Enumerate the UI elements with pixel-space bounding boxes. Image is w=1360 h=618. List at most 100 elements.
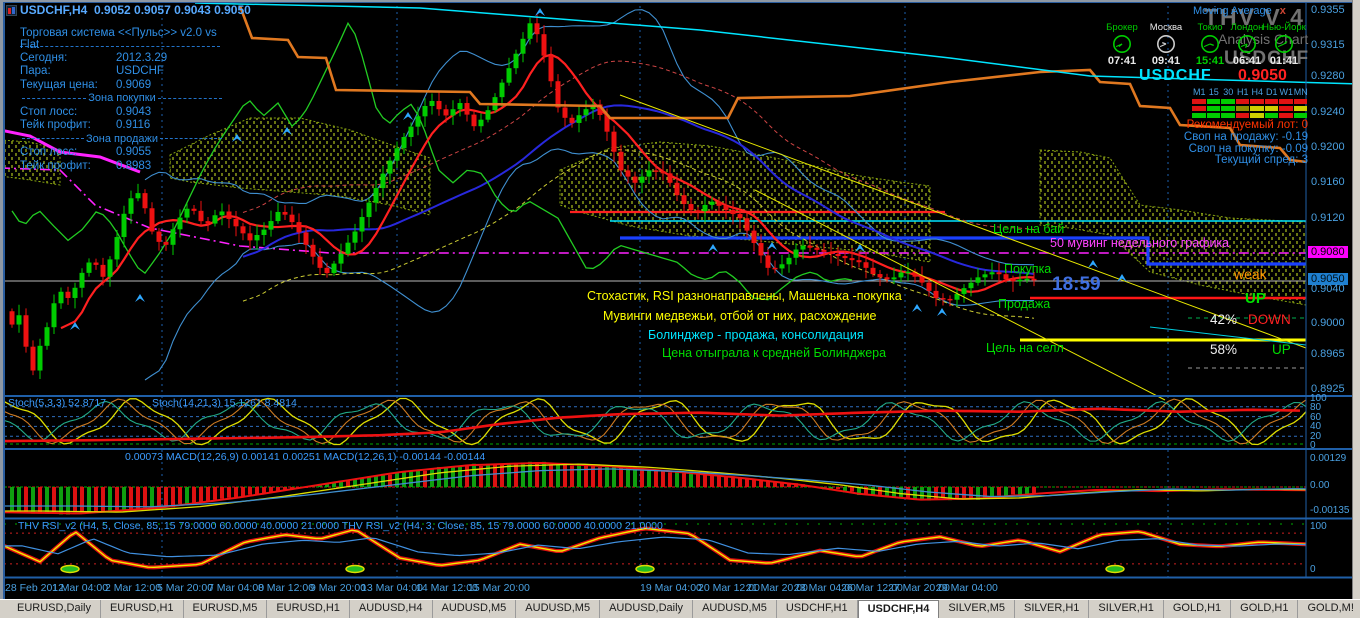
candle-body [562,107,568,118]
candle-body [555,81,561,108]
tab-eurusd-m5[interactable]: EURUSD,M5 [184,600,268,618]
zone-separator: Зона покупки [20,92,224,106]
macd-histogram-bar [962,487,966,500]
tf-header-30: 30 [1223,87,1234,97]
macd-histogram-bar [682,473,686,487]
signal-arrow-icon [135,294,145,302]
tab-eurusd-h1[interactable]: EURUSD,H1 [267,600,350,618]
tab-usdchf-h4[interactable]: USDCHF,H4 [857,600,940,618]
tab-silver-h1[interactable]: SILVER,H1 [1015,600,1090,618]
tf-header-H4: H4 [1251,87,1263,97]
rsi-signal-blob [345,564,365,574]
macd-histogram-bar [45,487,49,514]
macd-histogram-bar [269,487,273,492]
time-label: 15 Mar 20:00 [468,582,530,594]
annotation-down: DOWN [1248,312,1291,327]
macd-histogram-bar [654,469,658,487]
candle-body [380,173,386,189]
stoch-scale-label: 0 [1310,440,1316,451]
candle-body [107,259,113,277]
info-label: Стоп лосс: [20,105,78,118]
price-scale-label: 0.9315 [1311,39,1345,51]
candle-body [135,193,141,199]
candle-body [569,117,575,123]
candle-body [856,260,862,263]
candle-body [1017,279,1023,282]
info-value: 2012.3.29 [116,51,168,64]
tf-signal-cell [1250,106,1264,111]
candle-body [457,103,463,110]
tab-eurusd-h1[interactable]: EURUSD,H1 [101,600,184,618]
candle-body [541,34,547,56]
tab-audusd-m5[interactable]: AUDUSD,M5 [433,600,517,618]
candle-body [226,211,232,219]
tab-gold-m![interactable]: GOLD,M! [1298,600,1360,618]
candle-body [331,263,337,274]
info-row: Тейк профит: 0.8983 [20,159,235,173]
tab-audusd-daily[interactable]: AUDUSD,Daily [600,600,694,618]
macd-histogram-bar [164,487,168,508]
candle-body [576,115,582,123]
rsi-scale-label: 100 [1310,521,1327,532]
tf-signal-cell [1235,99,1249,104]
macd-histogram-bar [934,487,938,500]
tab-gold-h1[interactable]: GOLD,H1 [1231,600,1299,618]
signal-arrow-icon [708,244,718,252]
candle-body [450,109,456,116]
macd-histogram-bar [108,487,112,513]
info-label: Текущая цена: [20,78,98,91]
macd-histogram-bar [556,463,560,487]
candle-body [940,298,946,300]
candle-body [821,249,827,252]
rsi-signal-blob [60,564,80,574]
tf-signal-cell [1293,113,1307,118]
macd-scale-label: 0.00 [1310,480,1330,491]
candle-body [324,267,330,274]
macd-histogram-bar [598,467,602,487]
candle-body [366,202,372,218]
tf-signal-cell [1293,99,1307,104]
macd-histogram-bar [913,487,917,499]
candle-body [681,195,687,205]
candle-body [415,116,421,127]
tf-signal-cell [1206,106,1220,111]
price-scale-label: 0.9280 [1311,70,1345,82]
tab-usdchf-h1[interactable]: USDCHF,H1 [777,600,858,618]
window-frame-left-accent [3,2,5,599]
macd-histogram-bar [178,487,182,504]
tab-eurusd-daily[interactable]: EURUSD,Daily [8,600,101,618]
candle-body [611,131,617,152]
tab-audusd-m5[interactable]: AUDUSD,M5 [693,600,777,618]
macd-histogram-bar [409,470,413,487]
annotation-note-4: Цена отыграла к средней Болинджера [662,346,887,360]
price-scale-label: 0.9160 [1311,176,1345,188]
tf-signal-cell [1250,113,1264,118]
info-row: Сегодня: 2012.3.29 [20,51,235,65]
price-scale-label: 0.9120 [1311,212,1345,224]
tab-gold-h1[interactable]: GOLD,H1 [1164,600,1232,618]
tab-silver-h1[interactable]: SILVER,H1 [1089,600,1164,618]
divider [20,46,220,47]
candle-body [653,170,659,172]
tab-silver-m5[interactable]: SILVER,M5 [939,600,1015,618]
candle-body [632,176,638,183]
signal-arrow-icon [937,308,947,316]
candle-body [863,262,869,268]
macd-label: 0.00073 MACD(12,26,9) 0.00141 0.00251 MA… [125,451,486,463]
trade-info-panel: Торговая система <<Пульс>> v2.0 vs Flat … [20,27,235,173]
tf-signal-cell [1221,99,1235,104]
ichimoku-cloud [559,141,931,263]
tab-audusd-h4[interactable]: AUDUSD,H4 [350,600,433,618]
zone-separator: Зона продажи [20,132,224,146]
close-icon[interactable]: x [1280,5,1286,17]
tab-audusd-m5[interactable]: AUDUSD,M5 [516,600,601,618]
candle-body [149,208,155,232]
candle-body [436,100,442,110]
candle-body [527,23,533,39]
macd-histogram-bar [136,487,140,509]
tf-header-D1: D1 [1265,87,1278,97]
candle-body [667,173,673,183]
macd-histogram-bar [584,464,588,487]
candle-body [695,210,701,212]
macd-histogram-bar [255,487,259,495]
